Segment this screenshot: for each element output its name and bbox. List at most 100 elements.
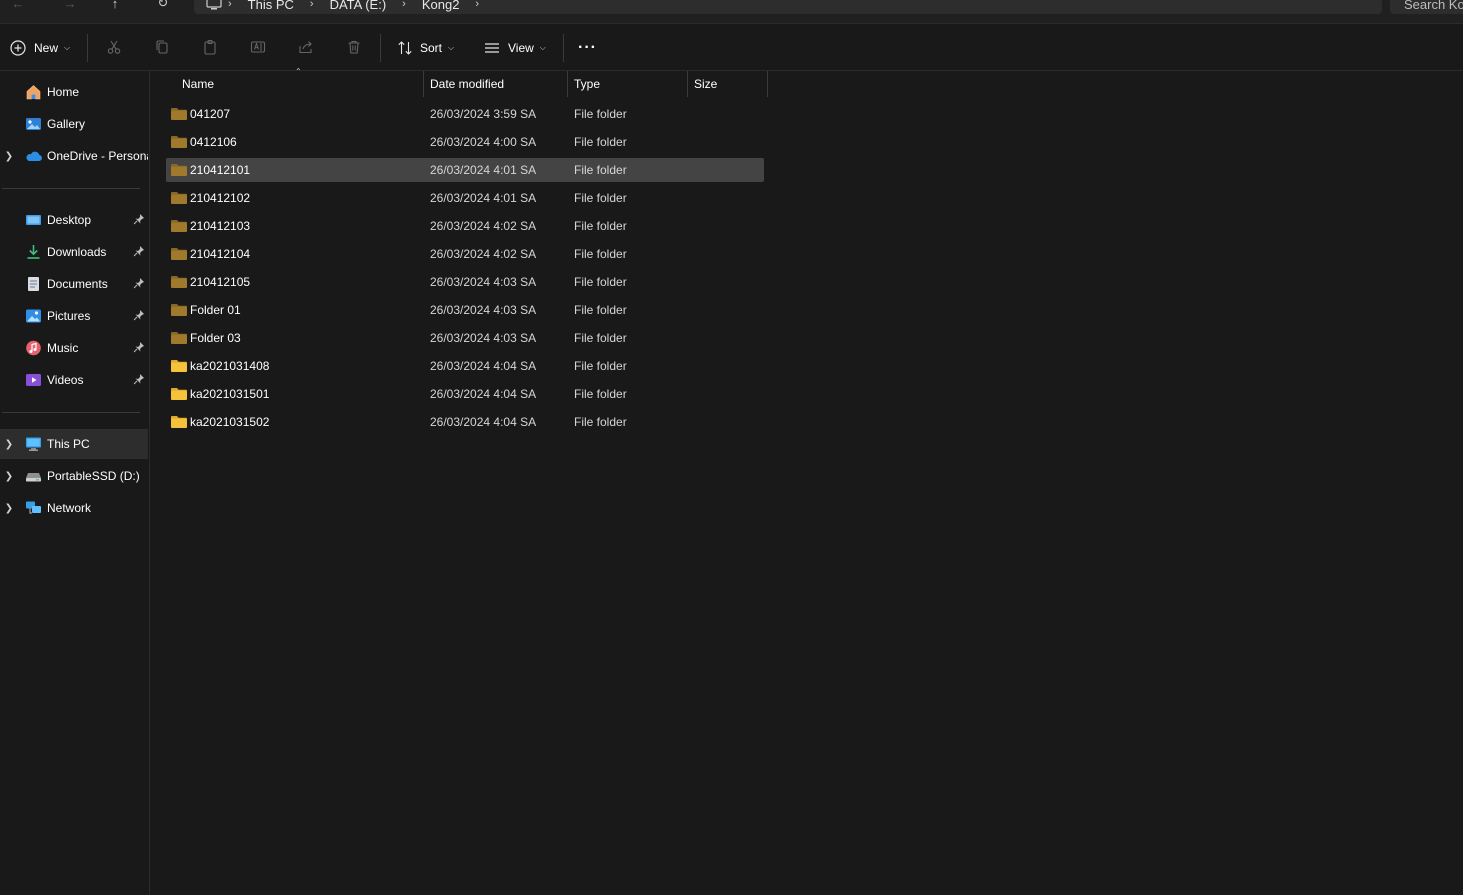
table-row[interactable]: 210412105 26/03/2024 4:03 SA File folder	[166, 270, 764, 294]
sidebar-item-gallery[interactable]: Gallery	[0, 109, 148, 139]
home-icon	[25, 84, 42, 100]
view-button-label: View	[508, 41, 534, 55]
pin-icon[interactable]	[133, 213, 145, 225]
column-divider[interactable]	[687, 71, 688, 97]
rename-button[interactable]	[247, 38, 269, 58]
pin-icon[interactable]	[133, 309, 145, 321]
computer-icon	[206, 0, 222, 10]
copy-button[interactable]	[151, 38, 173, 58]
refresh-button[interactable]: ↻	[151, 0, 175, 12]
share-button[interactable]	[295, 38, 317, 58]
chevron-right-icon[interactable]: ❯	[4, 469, 14, 483]
table-row[interactable]: 0412106 26/03/2024 4:00 SA File folder	[166, 130, 764, 154]
more-options-button[interactable]: ···	[578, 32, 597, 64]
paste-button[interactable]	[199, 38, 221, 58]
column-divider[interactable]	[767, 71, 768, 97]
refresh-icon: ↻	[157, 0, 169, 10]
file-name: 041207	[190, 107, 231, 121]
file-date-modified: 26/03/2024 4:03 SA	[430, 331, 537, 345]
up-button[interactable]: ↑	[103, 0, 127, 12]
back-button[interactable]: ←	[6, 0, 30, 12]
folder-icon	[170, 359, 188, 373]
sidebar-item-pictures[interactable]: Pictures	[0, 301, 148, 331]
view-button[interactable]: View ⌵	[484, 32, 546, 64]
chevron-right-icon: ›	[402, 0, 406, 10]
chevron-right-icon[interactable]: ❯	[4, 501, 14, 515]
sort-button[interactable]: Sort ⌵	[397, 32, 454, 64]
sort-icon	[397, 40, 413, 56]
sidebar-item-home[interactable]: Home	[0, 77, 148, 107]
pin-icon[interactable]	[133, 373, 145, 385]
sort-ascending-icon: ⌃	[295, 67, 302, 76]
sidebar-divider	[2, 412, 140, 413]
view-icon	[484, 40, 500, 56]
search-input[interactable]: Search Ko	[1390, 0, 1463, 14]
documents-icon	[25, 276, 42, 292]
sidebar-item-this-pc[interactable]: ❯ This PC	[0, 429, 148, 459]
column-header-date-modified[interactable]: Date modified	[430, 71, 504, 97]
sidebar-item-label: Home	[47, 85, 80, 99]
onedrive-icon	[25, 148, 42, 164]
table-row[interactable]: ka2021031408 26/03/2024 4:04 SA File folde…	[166, 354, 764, 378]
file-date-modified: 26/03/2024 4:03 SA	[430, 275, 537, 289]
table-row[interactable]: 210412103 26/03/2024 4:02 SA File folder	[166, 214, 764, 238]
sidebar-item-downloads[interactable]: Downloads	[0, 237, 148, 267]
table-row[interactable]: ka2021031502 26/03/2024 4:04 SA File folde…	[166, 410, 764, 434]
column-header-type[interactable]: Type	[574, 71, 600, 97]
sidebar-item-portable-ssd[interactable]: ❯ PortableSSD (D:)	[0, 461, 148, 491]
sidebar-item-videos[interactable]: Videos	[0, 365, 148, 395]
breadcrumb-item[interactable]: This PC	[238, 0, 304, 12]
toolbar-divider	[87, 34, 88, 62]
paste-icon	[202, 39, 218, 58]
folder-icon	[170, 275, 188, 289]
sidebar-item-label: Network	[47, 501, 92, 515]
delete-button[interactable]	[343, 38, 365, 58]
table-row[interactable]: 210412102 26/03/2024 4:01 SA File folder	[166, 186, 764, 210]
file-type: File folder	[574, 415, 627, 429]
sidebar-item-music[interactable]: Music	[0, 333, 148, 363]
new-button[interactable]: New ⌵	[10, 32, 70, 64]
file-date-modified: 26/03/2024 4:04 SA	[430, 359, 537, 373]
chevron-right-icon[interactable]: ❯	[4, 149, 14, 163]
table-row[interactable]: Folder 01 26/03/2024 4:03 SA File folder	[166, 298, 764, 322]
table-row[interactable]: Folder 03 26/03/2024 4:03 SA File folder	[166, 326, 764, 350]
breadcrumb[interactable]: › This PC › DATA (E:) › Kong2 ›	[194, 0, 1382, 14]
column-divider[interactable]	[423, 71, 424, 97]
toolbar-divider	[563, 34, 564, 62]
sidebar-item-label: Gallery	[47, 117, 86, 131]
sidebar-item-label: Documents	[47, 277, 108, 291]
this-pc-icon	[25, 436, 42, 452]
breadcrumb-item[interactable]: DATA (E:)	[320, 0, 397, 12]
breadcrumb-item[interactable]: Kong2	[412, 0, 470, 12]
file-name: Folder 01	[190, 303, 241, 317]
file-name: ka2021031408	[190, 359, 270, 373]
file-type: File folder	[574, 359, 627, 373]
file-date-modified: 26/03/2024 4:04 SA	[430, 387, 537, 401]
toolbar-divider	[380, 34, 381, 62]
table-row[interactable]: 041207 26/03/2024 3:59 SA File folder	[166, 102, 764, 126]
sidebar-item-documents[interactable]: Documents	[0, 269, 148, 299]
column-header-size[interactable]: Size	[694, 71, 717, 97]
sidebar-item-onedrive[interactable]: ❯ OneDrive - Personal	[0, 141, 148, 171]
chevron-right-icon[interactable]: ❯	[4, 437, 14, 451]
cut-button[interactable]	[103, 38, 125, 58]
file-type: File folder	[574, 303, 627, 317]
videos-icon	[25, 372, 42, 388]
pin-icon[interactable]	[133, 277, 145, 289]
folder-icon	[170, 303, 188, 317]
file-name: 210412105	[190, 275, 251, 289]
forward-button[interactable]: →	[58, 0, 82, 12]
column-divider[interactable]	[567, 71, 568, 97]
pin-icon[interactable]	[133, 341, 145, 353]
sidebar-item-label: Videos	[47, 373, 84, 387]
sidebar-item-label: This PC	[47, 437, 90, 451]
sidebar-item-network[interactable]: ❯ Network	[0, 493, 148, 523]
sidebar-item-desktop[interactable]: Desktop	[0, 205, 148, 235]
pin-icon[interactable]	[133, 245, 145, 257]
sidebar-item-label: PortableSSD (D:)	[47, 469, 140, 483]
table-row[interactable]: 210412101 26/03/2024 4:01 SA File folder	[166, 158, 764, 182]
chevron-right-icon: ›	[475, 0, 480, 10]
table-row[interactable]: ka2021031501 26/03/2024 4:04 SA File folde…	[166, 382, 764, 406]
table-row[interactable]: 210412104 26/03/2024 4:02 SA File folder	[166, 242, 764, 266]
column-header-name[interactable]: Name	[182, 71, 214, 97]
